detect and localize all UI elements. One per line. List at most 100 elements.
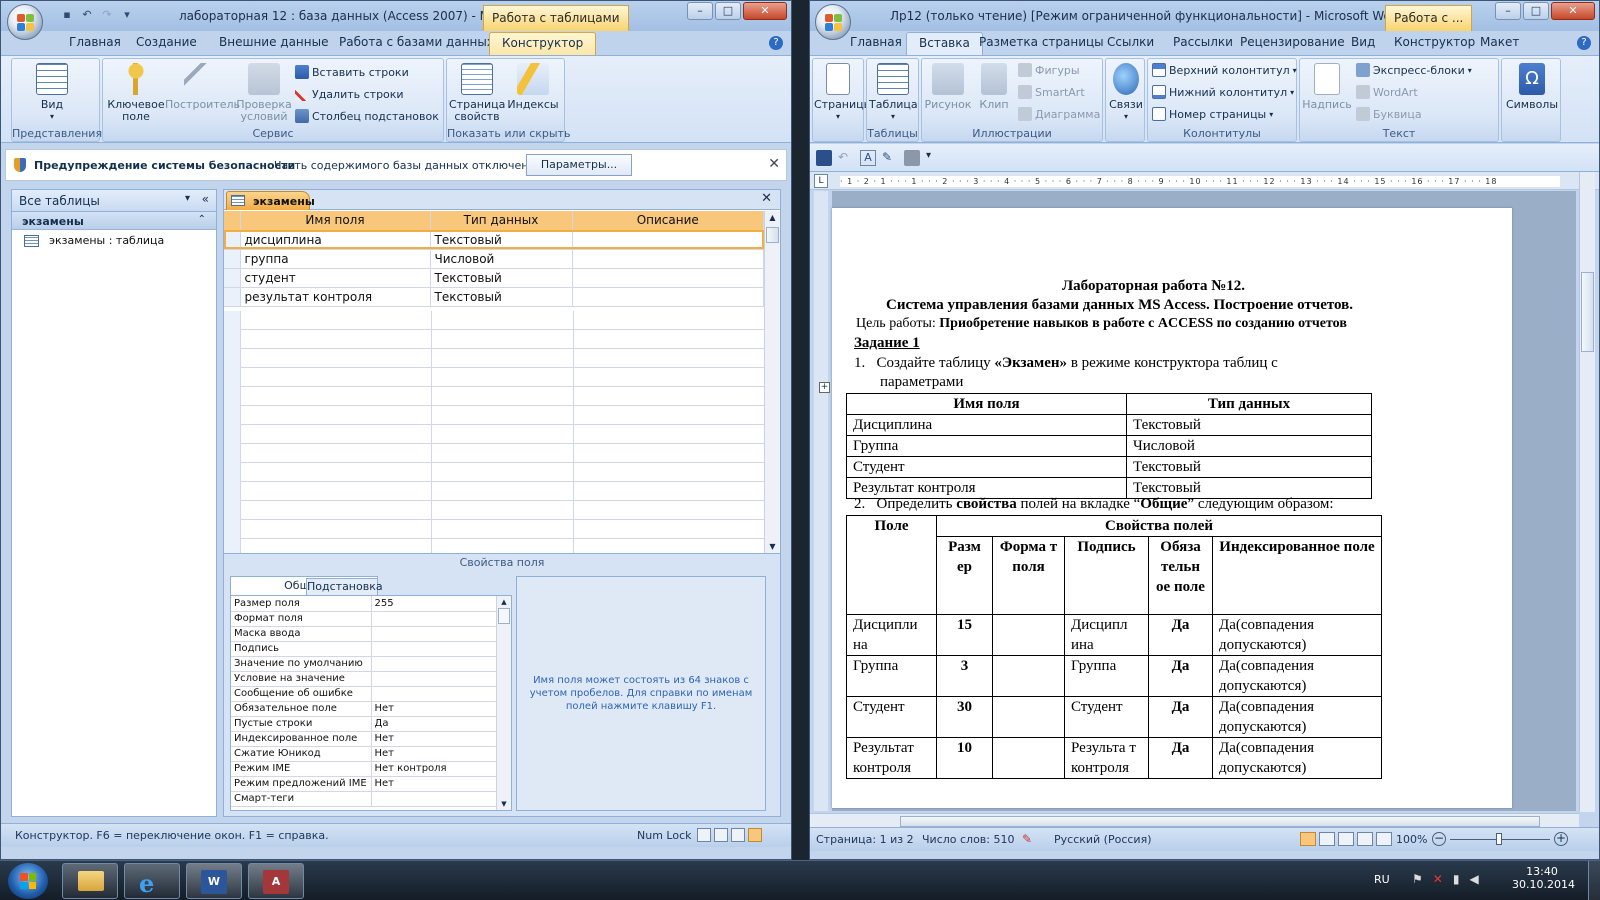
vertical-ruler[interactable] bbox=[814, 191, 828, 811]
table-button[interactable]: Таблица ▾ bbox=[869, 63, 918, 123]
field-name-cell[interactable]: результат контроля bbox=[240, 287, 431, 307]
data-type-cell[interactable]: Текстовый bbox=[430, 268, 573, 288]
property-row[interactable]: Индексированное поле Нет bbox=[231, 731, 497, 747]
description-cell[interactable] bbox=[572, 268, 764, 288]
tab-lookup[interactable]: Подстановка bbox=[306, 578, 383, 595]
field-name-cell[interactable]: студент bbox=[240, 268, 431, 288]
tab-design[interactable]: Конструктор bbox=[489, 32, 597, 56]
language-indicator[interactable]: RU bbox=[1374, 873, 1390, 886]
property-row[interactable]: Формат поля bbox=[231, 611, 497, 627]
clock[interactable]: 13:40 30.10.2014 bbox=[1512, 865, 1575, 891]
lookup-column-button[interactable]: Столбец подстановок bbox=[295, 109, 439, 123]
language-indicator[interactable]: Русский (Россия) bbox=[1054, 833, 1152, 846]
property-row[interactable]: Размер поля 255 bbox=[231, 596, 497, 612]
close-icon[interactable]: ✕ bbox=[761, 191, 772, 206]
vertical-scrollbar[interactable]: ▲ ▼ bbox=[764, 211, 780, 553]
chevron-up-icon[interactable]: ⌃ bbox=[198, 214, 206, 225]
maximize-button[interactable]: □ bbox=[1523, 2, 1549, 20]
page-indicator[interactable]: Страница: 1 из 2 bbox=[816, 833, 914, 846]
description-cell[interactable] bbox=[572, 249, 764, 269]
property-value[interactable]: Нет bbox=[371, 731, 497, 747]
tab-database-tools[interactable]: Работа с базами данных bbox=[339, 35, 494, 49]
property-sheet-button[interactable]: Страница свойств bbox=[449, 63, 505, 123]
draft-icon[interactable] bbox=[1376, 832, 1392, 846]
row-selector[interactable] bbox=[224, 268, 241, 288]
chart-button[interactable]: Диаграмма bbox=[1018, 107, 1100, 121]
undo-icon[interactable]: ↶ bbox=[838, 150, 854, 166]
ie-taskbar-button[interactable]: e bbox=[124, 863, 180, 899]
builder-button[interactable]: Построитель bbox=[165, 63, 240, 111]
scroll-up-icon[interactable]: ▲ bbox=[766, 213, 779, 222]
property-value[interactable] bbox=[371, 656, 497, 672]
table-move-handle-icon[interactable]: + bbox=[819, 382, 830, 393]
save-icon[interactable]: ▪ bbox=[59, 7, 75, 23]
row-selector[interactable] bbox=[224, 249, 241, 269]
word-taskbar-button[interactable]: W bbox=[186, 863, 242, 899]
nav-header[interactable]: Все таблицы ▾ « bbox=[12, 190, 216, 212]
quick-parts-button[interactable]: Экспресс-блоки ▾ bbox=[1356, 63, 1472, 77]
undo-icon[interactable]: ↶ bbox=[79, 7, 95, 23]
tab-review[interactable]: Рецензирование bbox=[1240, 35, 1345, 49]
outline-icon[interactable] bbox=[1357, 832, 1373, 846]
scroll-down-icon[interactable]: ▼ bbox=[497, 800, 511, 808]
customize-qat-icon[interactable]: ▾ bbox=[119, 7, 135, 23]
primary-key-button[interactable]: Ключевое поле bbox=[107, 63, 165, 123]
spelling-icon[interactable]: A bbox=[860, 150, 876, 166]
pages-button[interactable]: Страницы ▾ bbox=[814, 63, 872, 123]
smartart-button[interactable]: SmartArt bbox=[1018, 85, 1085, 99]
zoom-level[interactable]: 100% bbox=[1396, 833, 1427, 846]
options-button[interactable]: Параметры... bbox=[526, 154, 632, 176]
property-row[interactable]: Обязательное поле Нет bbox=[231, 701, 497, 717]
table-row[interactable]: дисциплина Текстовый bbox=[224, 230, 764, 250]
collapse-pane-icon[interactable]: « bbox=[202, 192, 209, 206]
property-row[interactable]: Сжатие Юникод Нет bbox=[231, 746, 497, 762]
column-header-data-type[interactable]: Тип данных bbox=[430, 211, 573, 231]
chevron-down-icon[interactable]: ▾ bbox=[185, 193, 190, 204]
design-view-icon[interactable] bbox=[748, 828, 762, 842]
property-value[interactable]: Нет bbox=[371, 746, 497, 762]
web-layout-icon[interactable] bbox=[1338, 832, 1354, 846]
scroll-thumb[interactable] bbox=[900, 816, 1540, 827]
table-row[interactable]: результат контроля Текстовый bbox=[224, 287, 764, 307]
table-row[interactable]: студент Текстовый bbox=[224, 268, 764, 288]
flag-icon[interactable]: ⚑ bbox=[1412, 872, 1423, 886]
wordart-button[interactable]: WordArt bbox=[1356, 85, 1418, 99]
tab-design[interactable]: Конструктор bbox=[1394, 35, 1475, 49]
tab-layout[interactable]: Макет bbox=[1480, 35, 1519, 49]
security-alert-icon[interactable]: ✕ bbox=[1433, 872, 1443, 886]
scroll-thumb[interactable] bbox=[1581, 272, 1594, 352]
view-button[interactable]: Вид ▾ bbox=[36, 63, 68, 123]
document-tab-exams[interactable]: экзамены bbox=[226, 191, 315, 210]
document-page[interactable]: Лабораторная работа №12. Система управле… bbox=[819, 208, 1512, 808]
row-selector-header[interactable] bbox=[224, 211, 241, 231]
help-icon[interactable]: ? bbox=[769, 36, 783, 50]
header-button[interactable]: Верхний колонтитул ▾ bbox=[1152, 63, 1297, 77]
symbols-button[interactable]: Ω Символы bbox=[1504, 63, 1560, 111]
links-button[interactable]: Связи ▾ bbox=[1107, 63, 1145, 123]
property-row[interactable]: Значение по умолчанию bbox=[231, 656, 497, 672]
picture-button[interactable]: Рисунок bbox=[924, 63, 972, 111]
customize-qat-icon[interactable]: ▾ bbox=[926, 150, 938, 166]
scroll-down-icon[interactable]: ▼ bbox=[766, 542, 779, 551]
pivot-table-icon[interactable] bbox=[714, 828, 728, 842]
redo-icon[interactable]: ↷ bbox=[99, 7, 115, 23]
datasheet-view-icon[interactable] bbox=[697, 828, 711, 842]
volume-icon[interactable]: ◀ bbox=[1469, 872, 1478, 886]
full-screen-reading-icon[interactable] bbox=[1319, 832, 1335, 846]
data-type-cell[interactable]: Текстовый bbox=[430, 287, 573, 307]
delete-rows-button[interactable]: Удалить строки bbox=[295, 87, 404, 101]
indexes-button[interactable]: Индексы bbox=[505, 63, 561, 111]
show-desktop-button[interactable] bbox=[1588, 861, 1600, 900]
property-value[interactable]: Нет bbox=[371, 776, 497, 792]
property-row[interactable]: Пустые строки Да bbox=[231, 716, 497, 732]
dropcap-button[interactable]: Буквица bbox=[1356, 107, 1422, 121]
nav-item-exams-table[interactable]: экзамены : таблица bbox=[24, 234, 164, 247]
close-button[interactable]: ✕ bbox=[1551, 2, 1595, 20]
row-selector[interactable] bbox=[224, 287, 241, 307]
office-button[interactable] bbox=[7, 4, 43, 40]
data-type-cell[interactable]: Числовой bbox=[430, 249, 573, 269]
property-row[interactable]: Сообщение об ошибке bbox=[231, 686, 497, 702]
print-icon[interactable] bbox=[904, 150, 920, 166]
property-value[interactable] bbox=[371, 641, 497, 657]
maximize-button[interactable]: □ bbox=[715, 2, 741, 20]
